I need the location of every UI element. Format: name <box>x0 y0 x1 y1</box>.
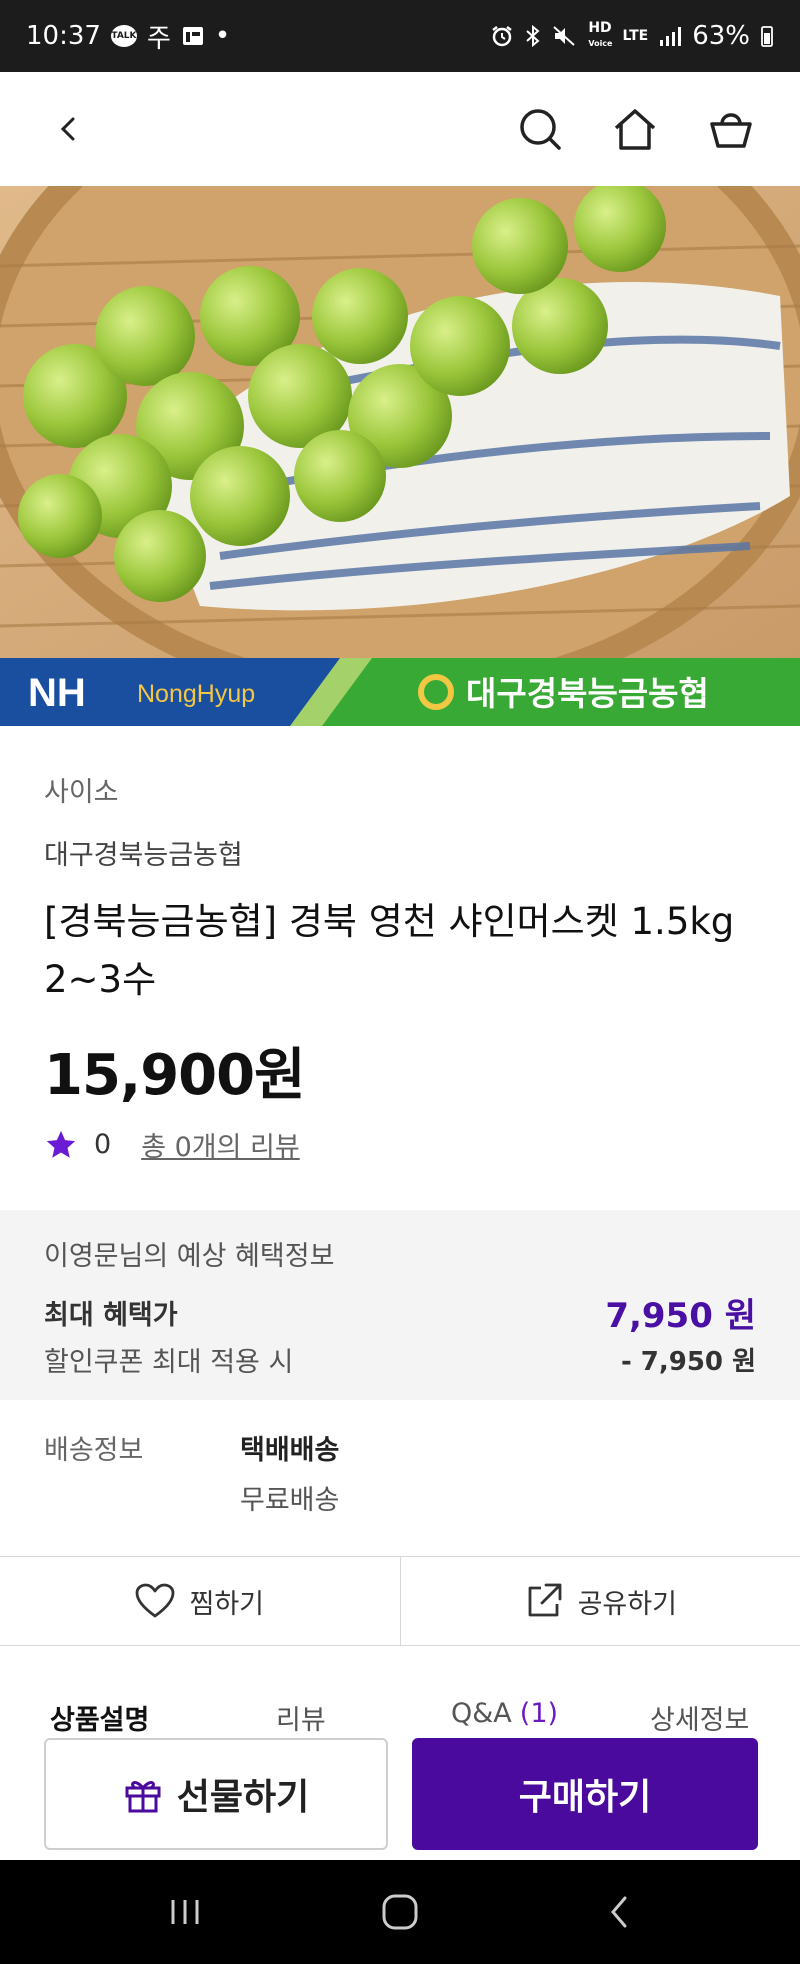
benefit-info-box: 이영문님의 예상 혜택정보 최대 혜택가 7,950 원 할인쿠폰 최대 적용 … <box>0 1210 800 1400</box>
heart-icon <box>136 1583 175 1618</box>
product-category[interactable]: 사이소 <box>44 770 756 809</box>
back-button[interactable] <box>40 100 98 158</box>
hd-voice-indicator: HD Voice <box>588 21 612 51</box>
wish-share-bar: 찜하기 공유하기 <box>0 1556 800 1646</box>
wish-label: 찜하기 <box>189 1588 265 1620</box>
gift-label: 선물하기 <box>176 1777 310 1818</box>
nonghyup-text: NongHyup <box>137 680 255 708</box>
coupon-label: 할인쿠폰 최대 적용 시 <box>44 1347 294 1378</box>
product-price: 15,900원 <box>44 1043 306 1108</box>
status-bar: 10:37 TALK 주 • HD Voice LTE 63% <box>0 0 800 72</box>
top-navigation <box>0 72 800 186</box>
home-circle-icon <box>382 1894 418 1930</box>
status-left: 10:37 TALK 주 • <box>26 18 230 55</box>
tab-qna[interactable]: Q&A (1) <box>451 1698 558 1729</box>
lte-label: LTE <box>622 28 649 44</box>
shipping-type: 택배배송 <box>240 1435 340 1466</box>
cart-icon <box>710 113 752 148</box>
share-icon <box>528 1583 561 1617</box>
nonghyup-logo-banner: NH NongHyup 대구경북능금농협 <box>0 658 800 726</box>
tab-description[interactable]: 상품설명 <box>50 1698 149 1737</box>
review-count-link[interactable]: 총 0개의 리뷰 <box>141 1125 300 1164</box>
nh-text: NH <box>28 671 86 715</box>
shipping-fee: 무료배송 <box>240 1485 340 1516</box>
cart-button[interactable] <box>702 100 760 158</box>
tab-review[interactable]: 리뷰 <box>276 1698 326 1737</box>
rating-row: 0 총 0개의 리뷰 <box>44 1125 300 1164</box>
hd-label: HD <box>588 20 612 36</box>
gift-icon <box>125 1781 161 1813</box>
voice-label: Voice <box>588 39 613 48</box>
shipping-label: 배송정보 <box>44 1435 144 1466</box>
coupon-row: 할인쿠폰 최대 적용 시 - 7,950 원 <box>44 1340 756 1379</box>
back-nav-button[interactable] <box>590 1860 650 1964</box>
search-button[interactable] <box>511 100 569 158</box>
nonghyup-banner: NH NongHyup 대구경북능금농협 <box>0 658 800 726</box>
recent-apps-button[interactable] <box>150 1860 220 1964</box>
gift-button[interactable]: 선물하기 <box>44 1738 388 1850</box>
status-dot: • <box>214 21 231 51</box>
mute-icon <box>553 26 575 46</box>
product-title: [경북능금농협] 경북 영천 샤인머스켓 1.5kg 2~3수 <box>44 900 735 1001</box>
system-navigation-bar <box>0 1860 800 1964</box>
coop-name: 대구경북능금농협 <box>466 674 709 713</box>
max-benefit-label: 최대 혜택가 <box>44 1300 178 1331</box>
tab-qna-count: (1) <box>519 1698 559 1729</box>
signal-icon <box>660 27 682 46</box>
recent-apps-icon <box>171 1900 199 1924</box>
tab-detail[interactable]: 상세정보 <box>650 1698 749 1737</box>
battery-icon <box>761 26 773 47</box>
home-button[interactable] <box>606 100 664 158</box>
coupon-discount: - 7,950 원 <box>620 1347 756 1377</box>
star-icon <box>46 1130 76 1158</box>
product-image <box>0 186 800 658</box>
back-nav-icon <box>611 1896 627 1928</box>
product-tabs: 상품설명 리뷰 Q&A (1) 상세정보 <box>0 1690 800 1740</box>
seller-name[interactable]: 대구경북능금농협 <box>44 833 756 872</box>
buy-button[interactable]: 구매하기 <box>412 1738 758 1850</box>
back-icon <box>60 117 75 141</box>
wish-button[interactable]: 찜하기 <box>0 1557 400 1645</box>
shine-muscat-grapes-image <box>0 186 800 658</box>
home-nav-button[interactable] <box>360 1860 440 1964</box>
kakaotalk-icon: TALK <box>110 25 137 47</box>
status-time: 10:37 <box>26 21 101 51</box>
max-benefit-price: 7,950 원 <box>605 1296 756 1336</box>
search-icon <box>520 109 561 150</box>
buy-label: 구매하기 <box>518 1777 652 1818</box>
bluetooth-icon <box>526 24 540 48</box>
home-icon <box>614 109 656 150</box>
alarm-icon <box>492 26 513 47</box>
tab-qna-label: Q&A <box>451 1698 512 1729</box>
max-benefit-row: 최대 혜택가 7,950 원 <box>44 1288 756 1337</box>
purchase-bar: 선물하기 구매하기 <box>0 1738 800 1860</box>
benefit-title: 이영문님의 예상 혜택정보 <box>44 1241 335 1272</box>
notification-icon <box>182 27 203 45</box>
status-right: HD Voice LTE 63% <box>490 21 774 51</box>
battery-level: 63% <box>692 21 750 51</box>
status-carrier: 주 <box>146 23 171 54</box>
rating-value: 0 <box>94 1129 112 1160</box>
share-button[interactable]: 공유하기 <box>399 1557 800 1645</box>
share-label: 공유하기 <box>577 1588 677 1620</box>
